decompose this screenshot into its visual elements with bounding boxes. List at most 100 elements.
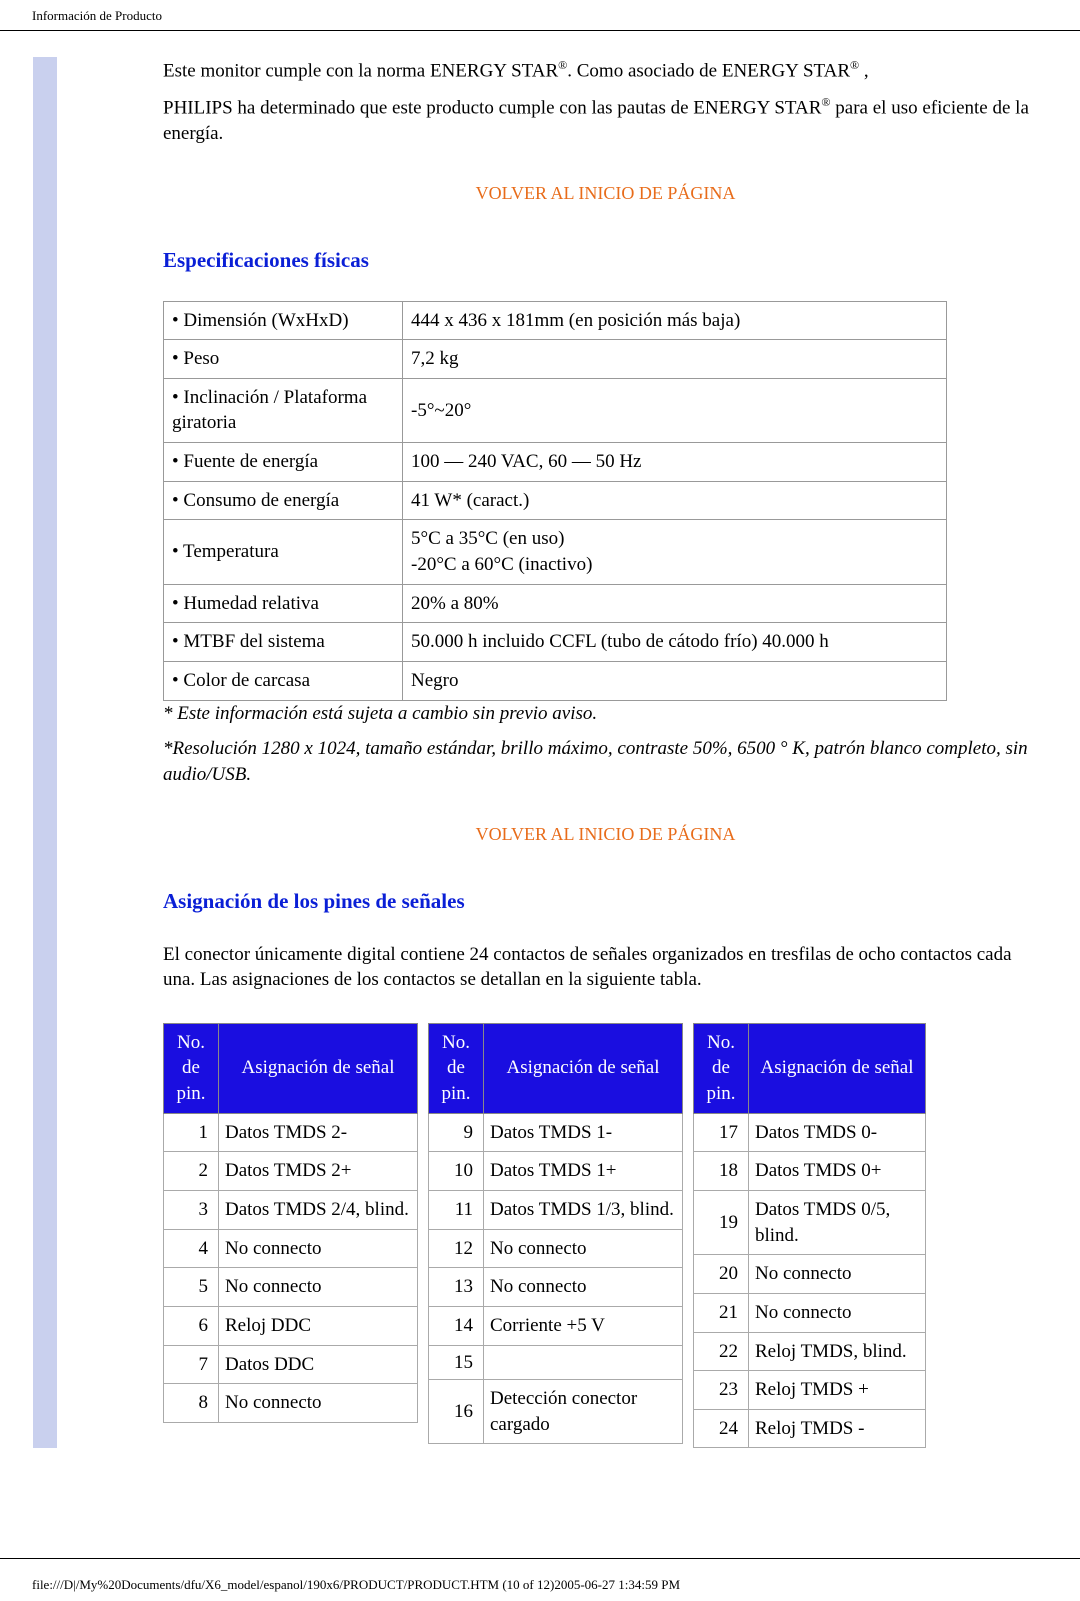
physical-specs-table: • Dimensión (WxHxD)444 x 436 x 181mm (en… (163, 301, 947, 701)
table-row: 15 (429, 1345, 683, 1380)
pin-number: 2 (164, 1152, 219, 1191)
pin-number: 12 (429, 1229, 484, 1268)
table-row: 2Datos TMDS 2+ (164, 1152, 418, 1191)
table-row: 16Detección conector cargado (429, 1380, 683, 1444)
table-row: 1Datos TMDS 2- (164, 1113, 418, 1152)
pin-signal: Reloj TMDS, blind. (749, 1332, 926, 1371)
table-row: 3Datos TMDS 2/4, blind. (164, 1191, 418, 1230)
table-row: • Humedad relativa20% a 80% (164, 584, 947, 623)
pin-number: 6 (164, 1306, 219, 1345)
section-title-physical-specs: Especificaciones físicas (163, 246, 1048, 274)
spec-value: 41 W* (caract.) (403, 481, 947, 520)
table-row: 9Datos TMDS 1- (429, 1113, 683, 1152)
pin-signal: Datos TMDS 1+ (484, 1152, 683, 1191)
spec-label: • Temperatura (164, 520, 403, 584)
p1-c: , (859, 60, 869, 81)
table-row: 5No connecto (164, 1268, 418, 1307)
pin-signal: Corriente +5 V (484, 1306, 683, 1345)
table-row: 4No connecto (164, 1229, 418, 1268)
table-row: 23Reloj TMDS + (694, 1371, 926, 1410)
pin-number: 19 (694, 1191, 749, 1255)
pin-table: No. de pin.Asignación de señal17Datos TM… (693, 1023, 926, 1449)
pin-number: 11 (429, 1191, 484, 1230)
pin-number: 8 (164, 1384, 219, 1423)
table-row: • Color de carcasaNegro (164, 661, 947, 700)
pin-number: 15 (429, 1345, 484, 1380)
pin-number: 3 (164, 1191, 219, 1230)
pin-header-number: No. de pin. (429, 1023, 484, 1113)
table-row: 6Reloj DDC (164, 1306, 418, 1345)
pin-table: No. de pin.Asignación de señal9Datos TMD… (428, 1023, 683, 1445)
table-row: • Dimensión (WxHxD)444 x 436 x 181mm (en… (164, 301, 947, 340)
table-row: • Temperatura5°C a 35°C (en uso) -20°C a… (164, 520, 947, 584)
table-row: 7Datos DDC (164, 1345, 418, 1384)
pin-signal: No connecto (219, 1384, 418, 1423)
pin-header-number: No. de pin. (164, 1023, 219, 1113)
pin-header-signal: Asignación de señal (484, 1023, 683, 1113)
p1-b: . Como asociado de ENERGY STAR (567, 60, 850, 81)
table-row: • Peso7,2 kg (164, 340, 947, 379)
pin-signal: Datos TMDS 1- (484, 1113, 683, 1152)
spec-label: • Fuente de energía (164, 443, 403, 482)
table-row: 22Reloj TMDS, blind. (694, 1332, 926, 1371)
pin-number: 13 (429, 1268, 484, 1307)
pin-number: 4 (164, 1229, 219, 1268)
spec-footnote-1: * Este información está sujeta a cambio … (163, 701, 1048, 727)
pin-signal: No connecto (219, 1229, 418, 1268)
table-row: 21No connecto (694, 1293, 926, 1332)
energy-star-paragraph-1: Este monitor cumple con la norma ENERGY … (163, 57, 1048, 84)
pin-signal: Datos TMDS 0+ (749, 1152, 926, 1191)
pin-signal: Datos TMDS 2/4, blind. (219, 1191, 418, 1230)
table-row: 18Datos TMDS 0+ (694, 1152, 926, 1191)
spec-value: 20% a 80% (403, 584, 947, 623)
pin-signal: Datos TMDS 2+ (219, 1152, 418, 1191)
pin-header-signal: Asignación de señal (749, 1023, 926, 1113)
pin-signal: No connecto (484, 1229, 683, 1268)
pin-number: 21 (694, 1293, 749, 1332)
pin-signal: Datos TMDS 0- (749, 1113, 926, 1152)
pin-number: 23 (694, 1371, 749, 1410)
page-header-title: Información de Producto (0, 0, 1080, 30)
table-row: • Consumo de energía41 W* (caract.) (164, 481, 947, 520)
spec-value: 100 — 240 VAC, 60 — 50 Hz (403, 443, 947, 482)
table-row: 12No connecto (429, 1229, 683, 1268)
spec-label: • MTBF del sistema (164, 623, 403, 662)
pin-number: 14 (429, 1306, 484, 1345)
table-row: 10Datos TMDS 1+ (429, 1152, 683, 1191)
pin-intro-paragraph: El conector únicamente digital contiene … (163, 942, 1048, 993)
table-row: 14Corriente +5 V (429, 1306, 683, 1345)
spec-footnote-2: *Resolución 1280 x 1024, tamaño estándar… (163, 736, 1048, 787)
table-row: 19Datos TMDS 0/5, blind. (694, 1191, 926, 1255)
spec-label: • Humedad relativa (164, 584, 403, 623)
table-row: • Fuente de energía100 — 240 VAC, 60 — 5… (164, 443, 947, 482)
energy-star-paragraph-2: PHILIPS ha determinado que este producto… (163, 94, 1048, 147)
back-to-top-link[interactable]: VOLVER AL INICIO DE PÁGINA (476, 824, 736, 844)
p2-a: PHILIPS ha determinado que este producto… (163, 97, 821, 118)
pin-signal: Datos TMDS 2- (219, 1113, 418, 1152)
back-to-top-link[interactable]: VOLVER AL INICIO DE PÁGINA (476, 183, 736, 203)
pin-signal: No connecto (219, 1268, 418, 1307)
section-title-pin-assignments: Asignación de los pines de señales (163, 887, 1048, 915)
pin-signal: Datos DDC (219, 1345, 418, 1384)
spec-label: • Peso (164, 340, 403, 379)
table-row: 8No connecto (164, 1384, 418, 1423)
spec-value: 50.000 h incluido CCFL (tubo de cátodo f… (403, 623, 947, 662)
pin-signal (484, 1345, 683, 1380)
pin-number: 24 (694, 1409, 749, 1448)
registered-icon: ® (821, 95, 830, 109)
table-row: • Inclinación / Plataforma giratoria-5°~… (164, 378, 947, 442)
spec-value: 444 x 436 x 181mm (en posición más baja) (403, 301, 947, 340)
pin-signal: Detección conector cargado (484, 1380, 683, 1444)
pin-number: 9 (429, 1113, 484, 1152)
table-row: • MTBF del sistema50.000 h incluido CCFL… (164, 623, 947, 662)
pin-header-signal: Asignación de señal (219, 1023, 418, 1113)
pin-number: 17 (694, 1113, 749, 1152)
table-row: 11Datos TMDS 1/3, blind. (429, 1191, 683, 1230)
pin-signal: No connecto (484, 1268, 683, 1307)
pin-signal: No connecto (749, 1255, 926, 1294)
pin-signal: Datos TMDS 0/5, blind. (749, 1191, 926, 1255)
left-accent-stripe (33, 57, 57, 1448)
spec-value: 7,2 kg (403, 340, 947, 379)
spec-label: • Consumo de energía (164, 481, 403, 520)
registered-icon: ® (558, 58, 567, 72)
